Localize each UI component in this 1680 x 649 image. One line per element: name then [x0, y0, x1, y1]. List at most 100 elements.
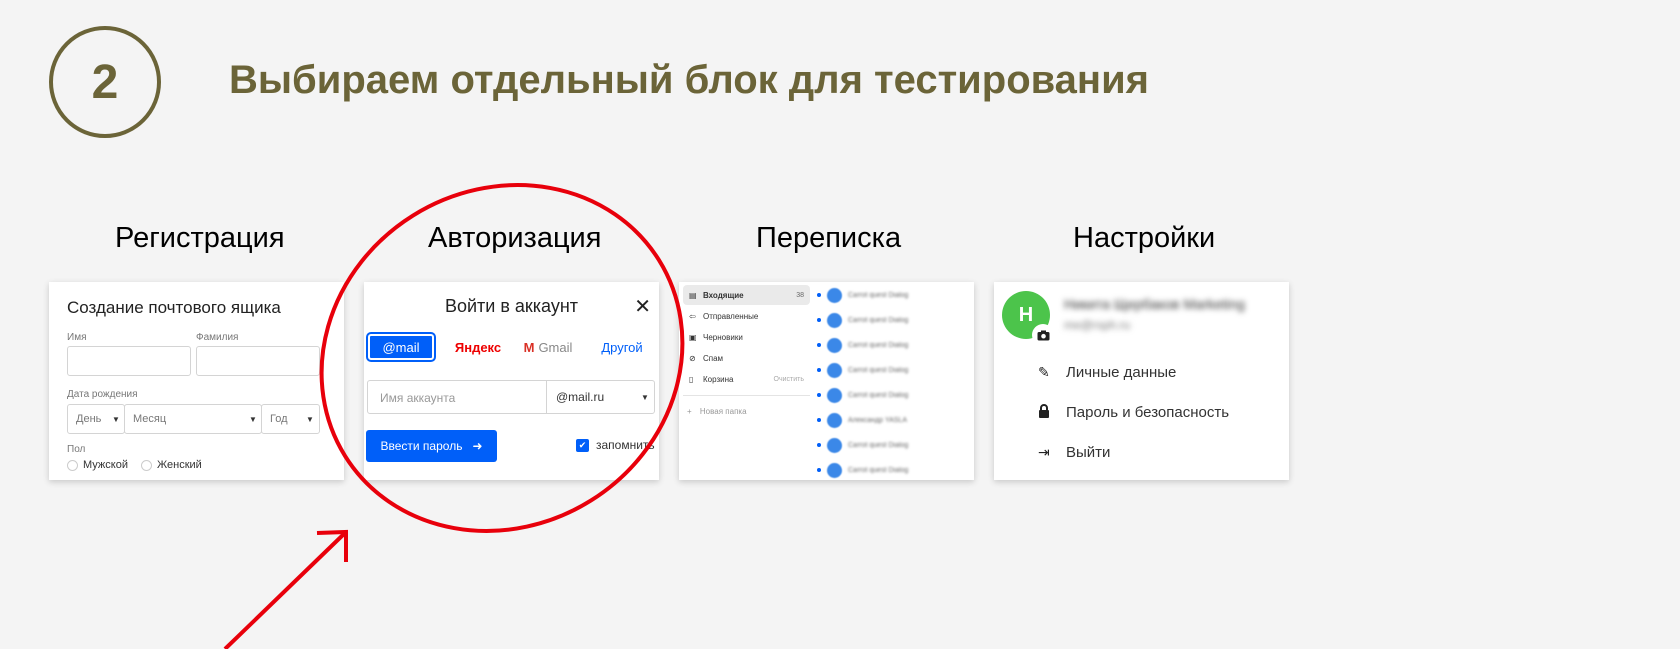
message-row[interactable]: Carrot quest Dialog — [817, 435, 974, 455]
gender-female-radio[interactable] — [141, 460, 152, 471]
last-name-input[interactable] — [196, 346, 320, 376]
birth-day-placeholder: День — [76, 413, 102, 425]
last-name-label: Фамилия — [196, 332, 239, 343]
trash-icon: ▯ — [689, 374, 694, 384]
chevron-down-icon: ▼ — [249, 415, 257, 424]
message-row[interactable]: Carrot quest Dialog — [817, 285, 974, 305]
gender-female-label: Женский — [157, 459, 202, 471]
gmail-logo-icon: M — [523, 339, 535, 355]
first-name-input[interactable] — [67, 346, 191, 376]
message-sender: Carrot quest Dialog — [848, 341, 909, 349]
slide-title: Выбираем отдельный блок для тестирования — [229, 58, 1150, 102]
section-label-registration: Регистрация — [115, 222, 285, 254]
folder-divider — [683, 395, 810, 396]
folder-label: Спам — [703, 353, 724, 363]
message-row[interactable]: Carrot quest Dialog — [817, 335, 974, 355]
profile-name-blurred: Никита Щербаков Marketing — [1064, 296, 1245, 312]
settings-item-logout[interactable]: ⇥ Выйти — [1038, 440, 1110, 464]
folder-spam[interactable]: ⊘ Спам — [683, 348, 810, 368]
message-sender: Carrot quest Dialog — [848, 366, 909, 374]
lock-icon — [1038, 403, 1066, 421]
new-folder-label: Новая папка — [699, 407, 747, 416]
new-folder-button[interactable]: + Новая папка — [687, 407, 747, 416]
settings-item-label: Пароль и безопасность — [1066, 403, 1230, 421]
unread-dot — [817, 418, 821, 422]
drafts-icon: ▣ — [689, 332, 697, 342]
remember-label: запомнить — [596, 438, 655, 452]
person-edit-icon: ✎ — [1038, 363, 1050, 380]
unread-count: 38 — [796, 291, 804, 299]
step-number: 2 — [91, 55, 119, 109]
account-divider — [546, 381, 547, 413]
avatar — [827, 337, 842, 353]
enter-password-button[interactable]: Ввести пароль ➜ — [366, 430, 497, 462]
highlight-arrow-head — [316, 529, 348, 562]
avatar — [827, 412, 842, 428]
settings-item-personal-data[interactable]: ✎ Личные данные — [1038, 360, 1176, 384]
settings-item-label: Личные данные — [1066, 363, 1177, 381]
birth-month-select[interactable]: Месяц ▼ — [124, 404, 262, 434]
plus-icon: + — [687, 407, 692, 416]
settings-card: Н Никита Щербаков Marketing me@rsph.ru ✎… — [994, 282, 1289, 480]
unread-dot — [817, 393, 821, 397]
profile-email-blurred: me@rsph.ru — [1064, 318, 1131, 332]
gender-male-label: Мужской — [83, 459, 128, 471]
avatar — [827, 437, 842, 453]
registration-card: Создание почтового ящика Имя Фамилия Дат… — [49, 282, 344, 480]
auth-title: Войти в аккаунт — [444, 296, 579, 316]
message-row[interactable]: Carrot quest Dialog — [817, 360, 974, 380]
account-input-group[interactable]: Имя аккаунта @mail.ru ▼ — [367, 380, 655, 414]
unread-dot — [817, 318, 821, 322]
chevron-down-icon: ▼ — [112, 415, 120, 424]
message-row[interactable]: Carrot quest Dialog — [817, 310, 974, 330]
enter-password-label: Ввести пароль — [380, 439, 463, 453]
unread-dot — [817, 443, 821, 447]
registration-title: Создание почтового ящика — [67, 298, 281, 317]
unread-dot — [817, 468, 821, 472]
provider-other-button[interactable]: Другой — [600, 334, 644, 360]
message-row[interactable]: Carrot quest Dialog — [817, 460, 974, 480]
mail-card: ▤ Входящие 38 ⇦ Отправленные ▣ Черновики… — [679, 282, 974, 480]
spam-icon: ⊘ — [689, 353, 696, 363]
provider-yandex-button[interactable]: Яндекс — [455, 334, 501, 360]
close-icon[interactable]: ✕ — [634, 294, 651, 319]
unread-dot — [817, 368, 821, 372]
section-label-settings: Настройки — [1073, 222, 1216, 254]
account-input[interactable]: Имя аккаунта — [380, 391, 455, 405]
message-sender: Carrot quest Dialog — [848, 466, 909, 474]
authorization-card: Войти в аккаунт ✕ @mail Яндекс M Gmail Д… — [364, 282, 659, 480]
folder-drafts[interactable]: ▣ Черновики — [683, 327, 810, 347]
unread-dot — [817, 343, 821, 347]
remember-checkbox[interactable]: ✔ — [576, 439, 589, 452]
gender-male-radio[interactable] — [67, 460, 78, 471]
birth-day-select[interactable]: День ▼ — [67, 404, 125, 434]
chevron-down-icon: ▼ — [306, 415, 314, 424]
section-label-messaging: Переписка — [756, 222, 902, 254]
avatar — [827, 362, 842, 378]
logout-icon: ⇥ — [1038, 443, 1050, 460]
domain-select[interactable]: @mail.ru — [556, 390, 604, 404]
folder-trash[interactable]: ▯ Корзина Очистить — [683, 369, 810, 389]
sent-icon: ⇦ — [689, 311, 696, 321]
highlight-arrow-shaft — [223, 530, 348, 649]
folder-sent[interactable]: ⇦ Отправленные — [683, 306, 810, 326]
camera-icon[interactable] — [1032, 324, 1054, 346]
message-sender: Александр YASLA — [848, 416, 908, 424]
message-row[interactable]: Александр YASLA — [817, 410, 974, 430]
provider-gmail-label: Gmail — [538, 339, 573, 355]
message-sender: Carrot quest Dialog — [848, 316, 909, 324]
provider-mail-button[interactable]: @mail — [366, 332, 436, 362]
first-name-label: Имя — [67, 332, 87, 343]
clear-trash-link[interactable]: Очистить — [774, 376, 804, 383]
avatar — [827, 462, 842, 478]
folder-inbox[interactable]: ▤ Входящие 38 — [683, 285, 810, 305]
birth-year-select[interactable]: Год ▼ — [261, 404, 320, 434]
arrow-right-icon: ➜ — [472, 439, 483, 453]
provider-gmail-button[interactable]: M Gmail — [518, 334, 578, 360]
chevron-down-icon[interactable]: ▼ — [641, 393, 649, 402]
message-row[interactable]: Carrot quest Dialog — [817, 385, 974, 405]
message-sender: Carrot quest Dialog — [848, 291, 909, 299]
folder-label: Отправленные — [703, 311, 759, 321]
birth-year-placeholder: Год — [270, 413, 288, 425]
settings-item-password-security[interactable]: Пароль и безопасность — [1038, 400, 1229, 424]
